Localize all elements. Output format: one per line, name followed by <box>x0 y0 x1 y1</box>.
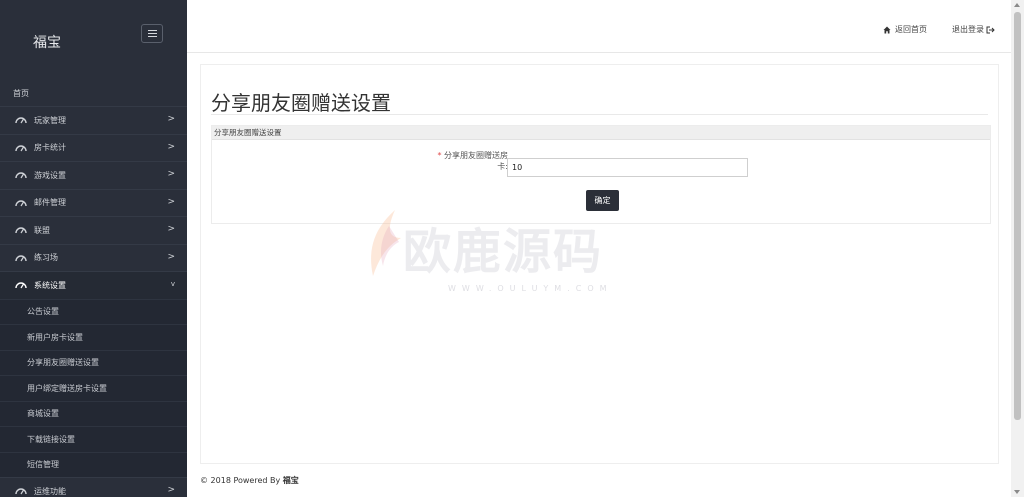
sidebar-item-label: 游戏设置 <box>34 170 66 180</box>
logout-link[interactable]: 退出登录 <box>952 24 995 35</box>
sign-out-icon <box>986 26 995 33</box>
logout-link-label: 退出登录 <box>952 25 984 34</box>
sidebar-item-label: 运维功能 <box>34 486 66 496</box>
submenu-item-new-user-card[interactable]: 新用户房卡设置 <box>0 324 187 350</box>
dashboard-icon <box>15 145 27 152</box>
dashboard-icon <box>15 117 27 124</box>
home-link[interactable]: 返回首页 <box>883 24 927 35</box>
submenu-item-announcement[interactable]: 公告设置 <box>0 298 187 325</box>
watermark-url: WWW.OULUYM.COM <box>448 284 613 293</box>
watermark-logo-icon <box>371 210 401 276</box>
sidebar-item-label: 邮件管理 <box>34 198 66 208</box>
home-icon <box>883 26 891 33</box>
sidebar-item-label: 练习场 <box>34 253 58 263</box>
scroll-down-arrow-icon[interactable] <box>1014 490 1020 494</box>
share-card-input[interactable] <box>507 158 748 177</box>
submenu-item-shop[interactable]: 商城设置 <box>0 400 187 427</box>
share-card-field-label: * 分享朋友圈赠送房 卡: <box>412 150 508 172</box>
scroll-up-arrow-icon[interactable] <box>1014 3 1020 7</box>
sidebar-item-label: 系统设置 <box>34 280 66 290</box>
submenu-item-sms[interactable]: 短信管理 <box>0 451 187 478</box>
system-settings-submenu: 公告设置 新用户房卡设置 分享朋友圈赠送设置 用户绑定赠送房卡设置 商城设置 下… <box>0 298 187 478</box>
dashboard-icon <box>15 282 27 289</box>
chevron-right-icon: > <box>167 485 175 495</box>
sidebar: 福宝 首页 玩家管理 > 房卡统计 > 游戏设置 > 邮件管理 > 联盟 > 练… <box>0 0 187 497</box>
sidebar-item-mail-management[interactable]: 邮件管理 > <box>0 188 187 217</box>
dashboard-icon <box>15 255 27 262</box>
sidebar-item-operations[interactable]: 运维功能 > <box>0 477 187 497</box>
sidebar-item-label: 玩家管理 <box>34 115 66 125</box>
chevron-right-icon: > <box>167 224 175 234</box>
sidebar-item-practice[interactable]: 练习场 > <box>0 243 187 272</box>
brand-logo: 福宝 <box>33 35 61 51</box>
sidebar-menu: 玩家管理 > 房卡统计 > 游戏设置 > 邮件管理 > 联盟 > 练习场 > 系… <box>0 106 187 497</box>
required-mark: * <box>437 151 442 160</box>
dashboard-icon <box>15 200 27 207</box>
submenu-item-share-moments[interactable]: 分享朋友圈赠送设置 <box>0 349 187 376</box>
home-link-label: 返回首页 <box>895 25 927 34</box>
submenu-item-download-link[interactable]: 下载链接设置 <box>0 426 187 452</box>
chevron-right-icon: > <box>167 114 175 124</box>
section-title: 分享朋友圈赠送设置 <box>212 126 990 140</box>
scrollbar-thumb[interactable] <box>1014 12 1021 420</box>
footer: © 2018 Powered By 福宝 <box>200 475 299 486</box>
sidebar-home-link[interactable]: 首页 <box>13 88 29 99</box>
watermark: 欧鹿源码 WWW.OULUYM.COM <box>363 200 673 300</box>
dashboard-icon <box>15 172 27 179</box>
sidebar-item-label: 联盟 <box>34 225 50 235</box>
chevron-right-icon: > <box>167 169 175 179</box>
watermark-text: 欧鹿源码 <box>403 224 604 280</box>
page-title: 分享朋友圈赠送设置 <box>211 91 391 115</box>
menu-toggle-button[interactable] <box>141 24 163 43</box>
footer-brand: 福宝 <box>282 476 299 485</box>
sidebar-item-label: 房卡统计 <box>34 143 66 153</box>
page-scrollbar[interactable] <box>1011 0 1024 497</box>
field-label-line1: 分享朋友圈赠送房 <box>444 151 508 160</box>
dashboard-icon <box>15 227 27 234</box>
top-navbar: 返回首页 退出登录 <box>187 0 1011 53</box>
hamburger-icon <box>147 30 157 37</box>
sidebar-item-player-management[interactable]: 玩家管理 > <box>0 106 187 134</box>
chevron-right-icon: > <box>167 141 175 152</box>
submenu-item-bind-gift-card[interactable]: 用户绑定赠送房卡设置 <box>0 375 187 401</box>
footer-copyright: © 2018 Powered By <box>200 476 283 485</box>
sidebar-item-game-settings[interactable]: 游戏设置 > <box>0 161 187 189</box>
chevron-down-icon: v <box>170 280 175 288</box>
sidebar-item-system-settings[interactable]: 系统设置 v <box>0 271 187 299</box>
sidebar-item-alliance[interactable]: 联盟 > <box>0 216 187 244</box>
dashboard-icon <box>15 488 27 495</box>
sidebar-item-card-stats[interactable]: 房卡统计 > <box>0 133 187 162</box>
chevron-right-icon: > <box>167 196 175 207</box>
chevron-right-icon: > <box>167 251 175 262</box>
title-divider <box>211 114 988 115</box>
